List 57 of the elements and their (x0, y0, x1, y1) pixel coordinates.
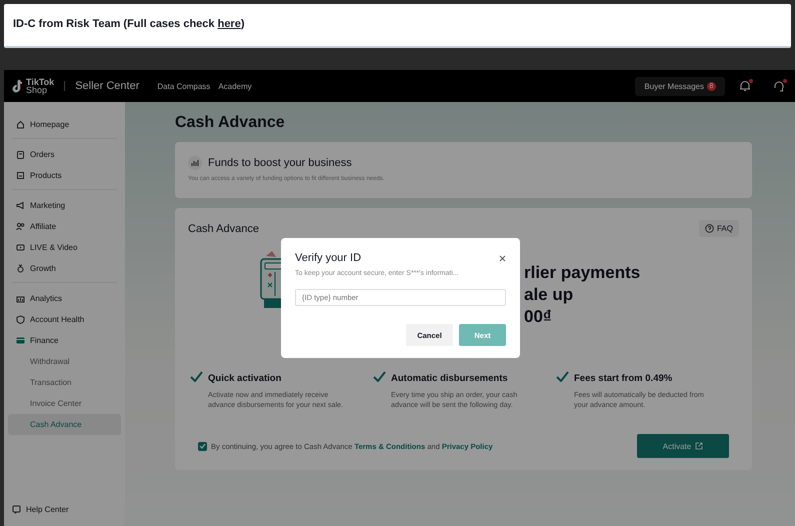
feature-title: Automatic disbursements (391, 373, 509, 384)
logo-subtext: Shop (26, 86, 48, 94)
card-title: Funds to boost your business (208, 157, 352, 169)
help-icon (704, 224, 714, 233)
sidebar-item[interactable]: Growth (12, 258, 117, 279)
chart-icon (16, 294, 25, 303)
sprout-icon (16, 264, 25, 273)
sidebar-item[interactable]: Finance (12, 330, 117, 351)
chart-icon (188, 156, 202, 170)
feature-title: Fees start from 0.49% (574, 373, 674, 384)
sidebar-item[interactable]: Withdrawal (12, 351, 117, 372)
dialog-title: Verify your ID (295, 252, 362, 264)
wallet-icon (16, 336, 25, 345)
hero-heading: ale up (524, 284, 574, 306)
activate-button[interactable]: Activate (637, 434, 729, 458)
home-icon (16, 120, 25, 129)
check-icon (373, 371, 386, 382)
page-title: Cash Advance (175, 114, 286, 132)
banner-link[interactable]: here (218, 18, 241, 30)
faq-button[interactable]: FAQ (698, 220, 739, 237)
hero-heading: 00₫ (524, 306, 553, 328)
bell-icon[interactable] (739, 80, 751, 92)
agreement-checkbox[interactable] (198, 442, 207, 450)
clipboard-icon (16, 150, 25, 159)
banner-title: ID-C from Risk Team (Full cases check here) (13, 18, 245, 30)
card-title: Cash Advance (188, 222, 259, 234)
megaphone-icon (16, 201, 25, 210)
note-logo-icon (12, 79, 24, 93)
nav-link[interactable]: Academy (218, 82, 252, 90)
video-icon (16, 243, 25, 252)
feature-title: Quick activation (208, 373, 282, 384)
product-name: Seller Center (75, 80, 140, 92)
hero-heading: rlier payments (524, 262, 640, 284)
sidebar-item[interactable]: Account Health (12, 309, 117, 330)
shield-icon (16, 315, 25, 324)
sidebar-item[interactable]: Marketing (12, 195, 117, 216)
sidebar-item[interactable]: Invoice Center (12, 393, 117, 414)
box-icon (16, 171, 25, 180)
check-icon (190, 371, 203, 382)
sidebar-item[interactable]: Products (12, 165, 117, 186)
sidebar-item[interactable]: Affiliate (12, 216, 117, 237)
sidebar-item[interactable]: Transaction (12, 372, 117, 393)
sidebar-item[interactable]: Help Center (8, 499, 121, 520)
logo-text: TikTok (26, 78, 54, 86)
close-button[interactable] (499, 254, 506, 262)
sidebar-item[interactable]: Orders (12, 144, 117, 165)
external-link-icon (695, 442, 704, 450)
sidebar-item[interactable]: Homepage (12, 114, 117, 135)
nav-link[interactable]: Data Compass (157, 82, 210, 90)
check-icon (199, 443, 206, 449)
check-icon (556, 371, 569, 382)
help-icon (12, 505, 21, 514)
close-icon (499, 254, 506, 262)
sidebar-item[interactable]: Analytics (12, 288, 117, 309)
people-icon (16, 222, 25, 231)
headset-icon[interactable] (773, 80, 785, 92)
sidebar-item[interactable]: LIVE & Video (12, 237, 117, 258)
